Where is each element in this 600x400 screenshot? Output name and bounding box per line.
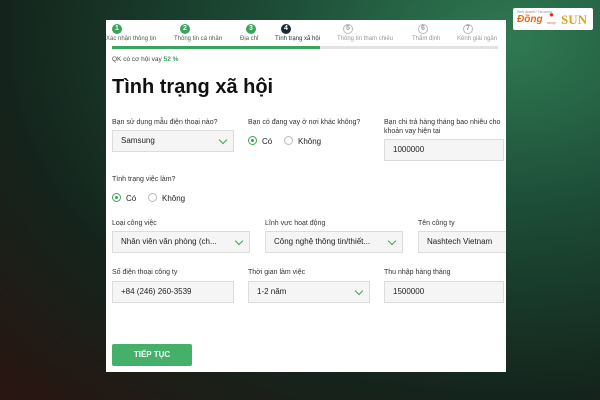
- loan-probability: QK có cơ hội vay 52 %: [112, 56, 178, 63]
- phone-model-select[interactable]: Samsung: [112, 130, 234, 152]
- step-label: Tình trạng xã hội: [275, 36, 321, 42]
- radio-unchecked-icon: [148, 193, 157, 203]
- company-input[interactable]: Nashtech Vietnam: [418, 231, 506, 253]
- other-loan-no-label: Không: [298, 137, 322, 146]
- radio-checked-icon: [248, 136, 257, 146]
- continue-button[interactable]: TIẾP TỤC: [112, 344, 192, 366]
- step-label: Địa chỉ: [240, 36, 259, 42]
- phone-model-value: Samsung: [121, 136, 155, 145]
- job-type-label: Loại công việc: [112, 220, 157, 227]
- company-phone-value: +84 (246) 260-3539: [121, 287, 192, 296]
- star-icon: ✹: [549, 13, 555, 19]
- progress-bar-fill: [112, 46, 321, 49]
- step-2[interactable]: 2 Thông tin cá nhân: [174, 24, 222, 42]
- work-duration-select[interactable]: 1-2 năm: [248, 281, 370, 303]
- step-label: Thông tin tham chiếu: [337, 36, 394, 42]
- industry-value: Công nghệ thông tin/thiết...: [274, 237, 371, 246]
- income-input[interactable]: 1500000: [384, 281, 504, 303]
- employment-label: Tình trạng việc làm?: [112, 176, 176, 183]
- step-label: Thẩm định: [412, 36, 441, 42]
- step-number: 2: [180, 24, 190, 34]
- industry-label: Lĩnh vực hoạt động: [265, 220, 326, 227]
- step-label: Thông tin cá nhân: [174, 36, 223, 42]
- employment-no-label: Không: [162, 194, 186, 203]
- company-phone-input[interactable]: +84 (246) 260-3539: [112, 281, 234, 303]
- monthly-payment-label: Bạn chi trả hàng tháng bao nhiêu cho kho…: [384, 119, 501, 135]
- radio-checked-icon: [112, 193, 121, 203]
- income-value: 1500000: [393, 287, 425, 296]
- industry-select[interactable]: Công nghệ thông tin/thiết...: [265, 231, 403, 253]
- employment-yes-radio[interactable]: Có: [112, 193, 137, 204]
- phone-model-label: Bạn sử dụng mẫu điện thoại nào?: [112, 119, 218, 126]
- job-type-value: Nhân viên văn phòng (ch...: [121, 237, 217, 246]
- progress-bar: [112, 46, 498, 49]
- other-loan-no-radio[interactable]: Không: [284, 136, 322, 147]
- logo-dong-text: Đồng: [517, 14, 543, 25]
- step-number: 5: [343, 24, 353, 34]
- monthly-payment-value: 1000000: [393, 145, 425, 154]
- chevron-down-icon: [354, 286, 364, 296]
- step-1[interactable]: 1 Xác nhận thông tin: [106, 24, 156, 42]
- loan-probability-value: 52 %: [163, 56, 179, 63]
- company-label: Tên công ty: [418, 220, 455, 227]
- other-loan-label: Bạn có đang vay ở nơi khác không?: [248, 119, 361, 126]
- step-6[interactable]: 6 Thẩm định: [412, 24, 440, 42]
- loan-probability-label: QK có cơ hội vay: [112, 56, 162, 63]
- logo-sun-text: SUN: [561, 12, 588, 27]
- step-label: Xác nhận thông tin: [106, 36, 157, 42]
- step-number: 7: [463, 24, 473, 34]
- radio-unchecked-icon: [284, 136, 293, 146]
- loan-form-panel: 1 Xác nhận thông tin 2 Thông tin cá nhân…: [106, 20, 506, 372]
- company-value: Nashtech Vietnam: [427, 237, 493, 246]
- other-loan-yes-radio[interactable]: Có: [248, 136, 273, 147]
- step-number: 1: [112, 24, 122, 34]
- page-title: Tình trạng xã hội: [112, 76, 274, 98]
- income-label: Thu nhập hàng tháng: [384, 269, 451, 276]
- step-5[interactable]: 5 Thông tin tham chiếu: [337, 24, 393, 42]
- employment-no-radio[interactable]: Không: [148, 193, 186, 204]
- dongshop-sun-logo[interactable]: Kinh doanh / Tài chính Đồng ✹ shop SUN: [513, 8, 593, 30]
- chevron-down-icon: [234, 236, 244, 246]
- monthly-payment-input[interactable]: 1000000: [384, 139, 504, 161]
- step-4[interactable]: 4 Tình trạng xã hội: [275, 24, 320, 42]
- step-number: 3: [246, 24, 256, 34]
- progress-stepper: 1 Xác nhận thông tin 2 Thông tin cá nhân…: [106, 24, 506, 48]
- chevron-down-icon: [218, 135, 228, 145]
- step-number: 4: [281, 24, 291, 34]
- work-duration-label: Thời gian làm việc: [248, 269, 306, 276]
- step-7[interactable]: 7 Kênh giải ngân: [457, 24, 497, 42]
- job-type-select[interactable]: Nhân viên văn phòng (ch...: [112, 231, 250, 253]
- employment-yes-label: Có: [126, 194, 137, 203]
- work-duration-value: 1-2 năm: [257, 287, 287, 296]
- step-number: 6: [418, 24, 428, 34]
- company-phone-label: Số điện thoại công ty: [112, 269, 178, 276]
- other-loan-yes-label: Có: [262, 137, 273, 146]
- logo-shop-text: shop: [547, 20, 556, 25]
- chevron-down-icon: [387, 236, 397, 246]
- step-3[interactable]: 3 Địa chỉ: [240, 24, 258, 42]
- step-label: Kênh giải ngân: [457, 36, 498, 42]
